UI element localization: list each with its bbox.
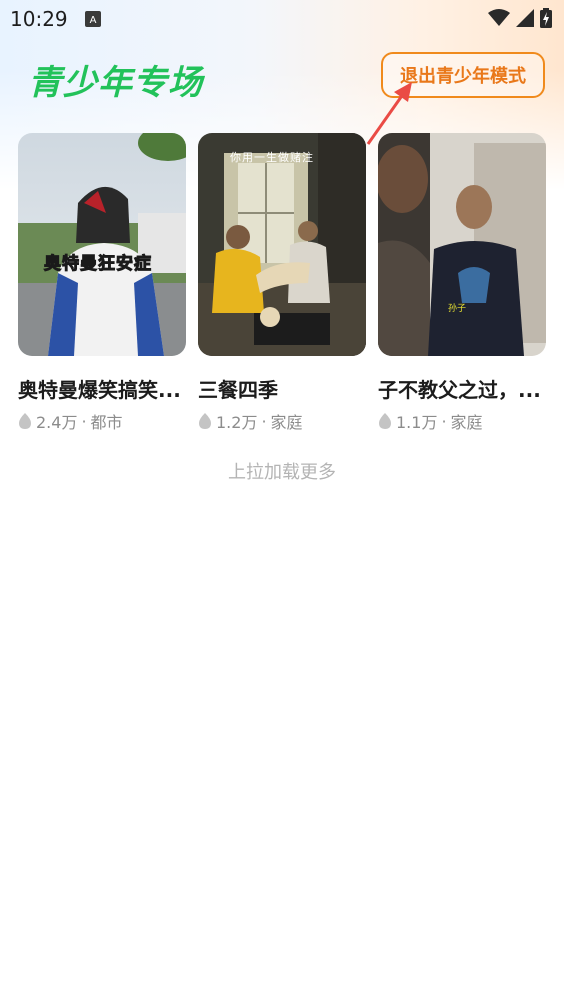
video-title[interactable]: 奥特曼爆笑搞笑... [18,374,186,403]
battery-charging-icon [540,8,552,28]
category-label: 家庭 [450,413,483,432]
flame-icon [199,413,211,429]
page-title: 青少年专场 [28,63,203,103]
meta-separator: · [261,411,267,431]
video-thumbnail[interactable]: 奥特曼狂安症 [18,133,186,356]
thumbnail-overlay-text: 孙子 [448,304,467,314]
view-count: 1.2万 [216,413,258,432]
cellular-signal-icon [516,9,534,27]
meta-separator: · [81,411,87,431]
category-label: 家庭 [270,413,303,432]
video-card[interactable]: 孙子 子不教父之过，... 1.1万 · 家庭 [378,133,546,433]
status-time: 10:29 [10,7,68,31]
video-card[interactable]: 奥特曼狂安症 奥特曼爆笑搞笑... 2.4万 · 都市 [18,133,186,433]
app-notification-icon: A [85,11,101,27]
svg-text:A: A [90,15,97,26]
load-more-hint: 上拉加载更多 [228,462,336,483]
thumbnail-image [18,133,186,356]
wifi-icon [488,9,510,26]
thumbnail-image [198,133,366,356]
status-icons [488,8,552,28]
video-meta: 1.1万 · 家庭 [378,409,546,433]
video-title[interactable]: 三餐四季 [198,374,366,403]
video-card[interactable]: 你用一生做赌注 三餐四季 1.2万 · 家庭 [198,133,366,433]
view-count: 2.4万 [36,413,78,432]
video-meta: 2.4万 · 都市 [18,409,186,433]
category-label: 都市 [90,413,123,432]
view-count: 1.1万 [396,413,438,432]
thumbnail-overlay-text: 你用一生做赌注 [230,151,314,164]
thumbnail-image [378,133,546,356]
video-thumbnail[interactable]: 孙子 [378,133,546,356]
video-title[interactable]: 子不教父之过，... [378,374,546,403]
video-meta: 1.2万 · 家庭 [198,409,366,433]
flame-icon [19,413,31,429]
meta-separator: · [441,411,447,431]
thumbnail-overlay-text: 奥特曼狂安症 [44,254,152,275]
status-bar: 10:29 A [0,0,564,38]
flame-icon [379,413,391,429]
video-thumbnail[interactable]: 你用一生做赌注 [198,133,366,356]
